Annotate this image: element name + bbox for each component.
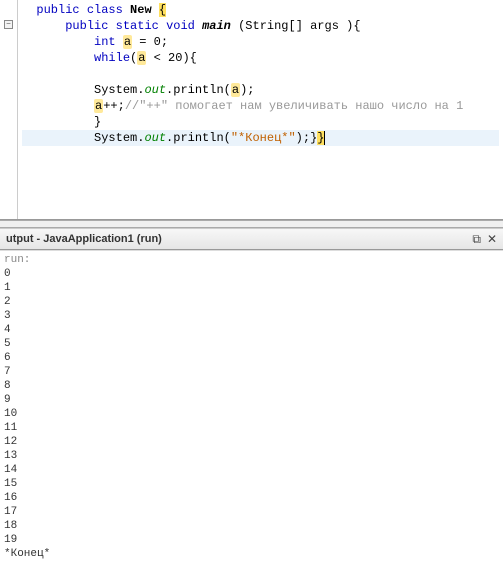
output-line: 3 bbox=[4, 309, 499, 323]
code-token: System. bbox=[94, 131, 144, 145]
output-line: 10 bbox=[4, 407, 499, 421]
code-token: "*Конец*" bbox=[231, 131, 296, 145]
output-line: 12 bbox=[4, 435, 499, 449]
code-line[interactable]: public class New { bbox=[22, 2, 499, 18]
code-token: .println( bbox=[166, 131, 231, 145]
output-line: 18 bbox=[4, 519, 499, 533]
output-line: 5 bbox=[4, 337, 499, 351]
code-line[interactable]: System.out.println("*Конец*");}} bbox=[22, 130, 499, 146]
output-panel-title: utput - JavaApplication1 (run) ⧉ ✕ bbox=[0, 228, 503, 250]
code-token: public bbox=[65, 19, 115, 33]
code-token: class bbox=[87, 3, 130, 17]
code-line[interactable]: while(a < 20){ bbox=[22, 50, 499, 66]
output-line: 11 bbox=[4, 421, 499, 435]
output-run-label: run: bbox=[4, 253, 499, 267]
code-editor[interactable]: − public class New { public static void … bbox=[0, 0, 503, 220]
output-line: 2 bbox=[4, 295, 499, 309]
output-line: 9 bbox=[4, 393, 499, 407]
code-token: ++; bbox=[103, 99, 125, 113]
output-line: 13 bbox=[4, 449, 499, 463]
output-line: *Конец* bbox=[4, 547, 499, 561]
code-token: < 20){ bbox=[146, 51, 196, 65]
code-token: = 0; bbox=[132, 35, 168, 49]
code-token: //"++" помогает нам увеличивать нашо чис… bbox=[125, 99, 463, 113]
output-body[interactable]: run:012345678910111213141516171819*Конец… bbox=[0, 250, 503, 568]
output-line: 0 bbox=[4, 267, 499, 281]
code-line[interactable]: System.out.println(a); bbox=[22, 82, 499, 98]
code-token: while bbox=[94, 51, 130, 65]
code-token: } bbox=[317, 131, 324, 145]
code-token: out bbox=[144, 131, 166, 145]
output-line: 15 bbox=[4, 477, 499, 491]
window-restore-icon[interactable]: ⧉ bbox=[472, 232, 481, 247]
code-token: { bbox=[159, 3, 166, 17]
text-cursor bbox=[324, 131, 325, 145]
code-token: int bbox=[94, 35, 123, 49]
code-token: .println( bbox=[166, 83, 231, 97]
code-area[interactable]: public class New { public static void ma… bbox=[18, 0, 503, 219]
code-token: System. bbox=[94, 83, 144, 97]
code-token: } bbox=[94, 115, 101, 129]
fold-minus-icon[interactable]: − bbox=[4, 20, 13, 29]
output-line: 19 bbox=[4, 533, 499, 547]
code-line[interactable]: int a = 0; bbox=[22, 34, 499, 50]
code-line[interactable]: a++;//"++" помогает нам увеличивать нашо… bbox=[22, 98, 499, 114]
code-token: ); bbox=[240, 83, 254, 97]
code-token: (String[] args ){ bbox=[238, 19, 360, 33]
code-token: static bbox=[116, 19, 166, 33]
code-token: a bbox=[123, 35, 132, 49]
output-line: 14 bbox=[4, 463, 499, 477]
output-line: 6 bbox=[4, 351, 499, 365]
output-line: 7 bbox=[4, 365, 499, 379]
output-line: 1 bbox=[4, 281, 499, 295]
code-token: public bbox=[36, 3, 86, 17]
code-line[interactable]: } bbox=[22, 114, 499, 130]
output-line: 16 bbox=[4, 491, 499, 505]
pane-divider[interactable] bbox=[0, 220, 503, 228]
close-icon[interactable]: ✕ bbox=[487, 232, 497, 246]
code-line[interactable] bbox=[22, 66, 499, 82]
code-token: New bbox=[130, 3, 159, 17]
code-token: );} bbox=[296, 131, 318, 145]
code-token: out bbox=[144, 83, 166, 97]
output-line: 4 bbox=[4, 323, 499, 337]
output-line: 17 bbox=[4, 505, 499, 519]
output-line: 8 bbox=[4, 379, 499, 393]
code-token: main bbox=[202, 19, 238, 33]
code-token: void bbox=[166, 19, 202, 33]
code-line[interactable]: public static void main (String[] args )… bbox=[22, 18, 499, 34]
code-token: a bbox=[231, 83, 240, 97]
editor-gutter: − bbox=[0, 0, 18, 219]
code-token: a bbox=[94, 99, 103, 113]
output-title-text: utput - JavaApplication1 (run) bbox=[6, 233, 162, 245]
